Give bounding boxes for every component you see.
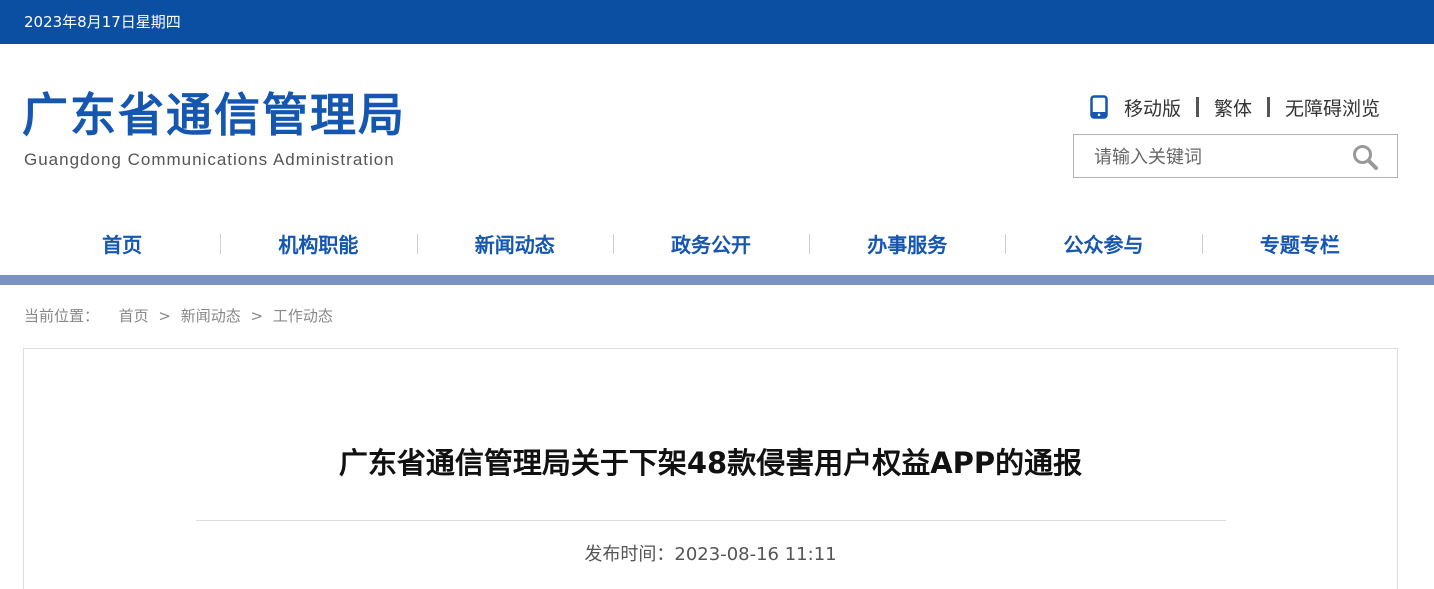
site-logo-subtitle: Guangdong Communications Administration: [24, 150, 395, 169]
publish-time-value: 2023-08-16 11:11: [674, 544, 837, 565]
nav-item-government-affairs[interactable]: 政务公开: [612, 222, 809, 268]
search-box: [1073, 134, 1398, 178]
nav-item-special-topics[interactable]: 专题专栏: [1201, 222, 1398, 268]
top-bar: 2023年8月17日星期四: [0, 0, 1434, 44]
mobile-version-link[interactable]: 移动版: [1124, 94, 1181, 121]
site-logo-title[interactable]: 广东省通信管理局: [22, 86, 406, 144]
phone-icon: [1090, 95, 1108, 119]
breadcrumb-item-home[interactable]: 首页: [119, 307, 149, 325]
link-divider: [1266, 97, 1270, 117]
header-links: 移动版 繁体 无障碍浏览: [1090, 94, 1380, 120]
publish-time-label: 发布时间：: [584, 544, 675, 565]
breadcrumb-separator: >: [250, 307, 264, 325]
nav-item-public-participation[interactable]: 公众参与: [1005, 222, 1201, 268]
breadcrumb-item-news[interactable]: 新闻动态: [181, 307, 241, 325]
main-nav: 首页 机构职能 新闻动态 政务公开 办事服务 公众参与 专题专栏: [24, 222, 1398, 268]
link-divider: [1195, 97, 1199, 117]
title-divider: [196, 520, 1226, 521]
nav-item-organization[interactable]: 机构职能: [220, 222, 416, 268]
article-title: 广东省通信管理局关于下架48款侵害用户权益APP的通报: [338, 446, 1083, 480]
nav-item-services[interactable]: 办事服务: [809, 222, 1005, 268]
search-icon[interactable]: [1351, 143, 1379, 171]
breadcrumb-prefix: 当前位置：: [24, 307, 100, 325]
publish-info: 发布时间：2023-08-16 11:11: [24, 543, 1397, 567]
traditional-chinese-link[interactable]: 繁体: [1214, 94, 1252, 121]
nav-item-home[interactable]: 首页: [24, 222, 220, 268]
nav-underline-bar: [0, 275, 1434, 285]
breadcrumb-item-work-news[interactable]: 工作动态: [273, 307, 333, 325]
accessible-browsing-link[interactable]: 无障碍浏览: [1285, 94, 1380, 121]
date-text: 2023年8月17日星期四: [24, 13, 181, 31]
nav-item-news[interactable]: 新闻动态: [416, 222, 613, 268]
search-input[interactable]: [1094, 144, 1334, 170]
breadcrumb-separator: >: [158, 307, 171, 325]
breadcrumb: 当前位置： 首页 > 新闻动态 > 工作动态: [24, 306, 333, 326]
article-panel: 广东省通信管理局关于下架48款侵害用户权益APP的通报 发布时间：2023-08…: [23, 348, 1398, 589]
